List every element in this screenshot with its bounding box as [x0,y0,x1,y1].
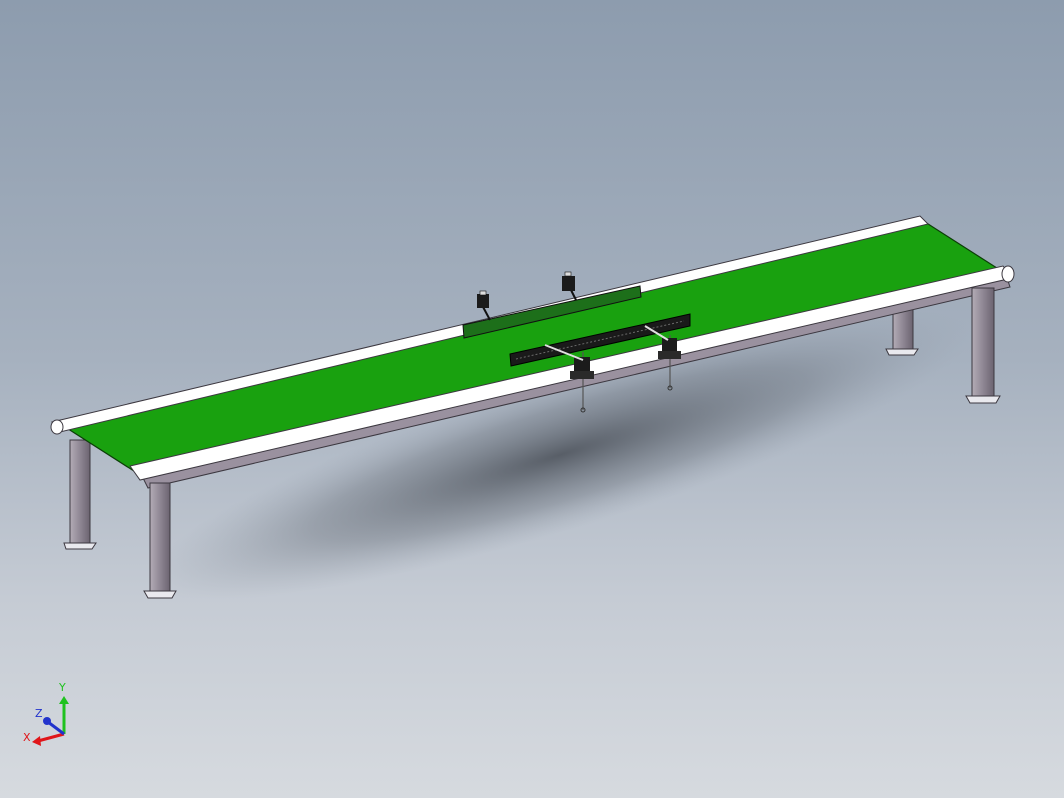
triad-z-arrowhead [43,717,51,725]
back-leg-left [63,439,97,550]
graphics-viewport[interactable]: Y Z X [0,0,1064,798]
triad-z-label: Z [35,707,43,720]
triad-x-axis [37,732,65,743]
end-roller-left [50,419,64,435]
coordinate-triad[interactable] [32,696,69,746]
triad-z-axis [47,720,65,736]
end-roller-right [1001,265,1015,283]
triad-x-arrowhead [32,736,41,746]
triad-y-label: Y [59,681,66,694]
front-leg-right [965,287,1001,404]
triad-y-arrowhead [59,696,69,704]
triad-x-label: X [23,731,31,744]
conveyor-model[interactable] [0,0,1064,798]
